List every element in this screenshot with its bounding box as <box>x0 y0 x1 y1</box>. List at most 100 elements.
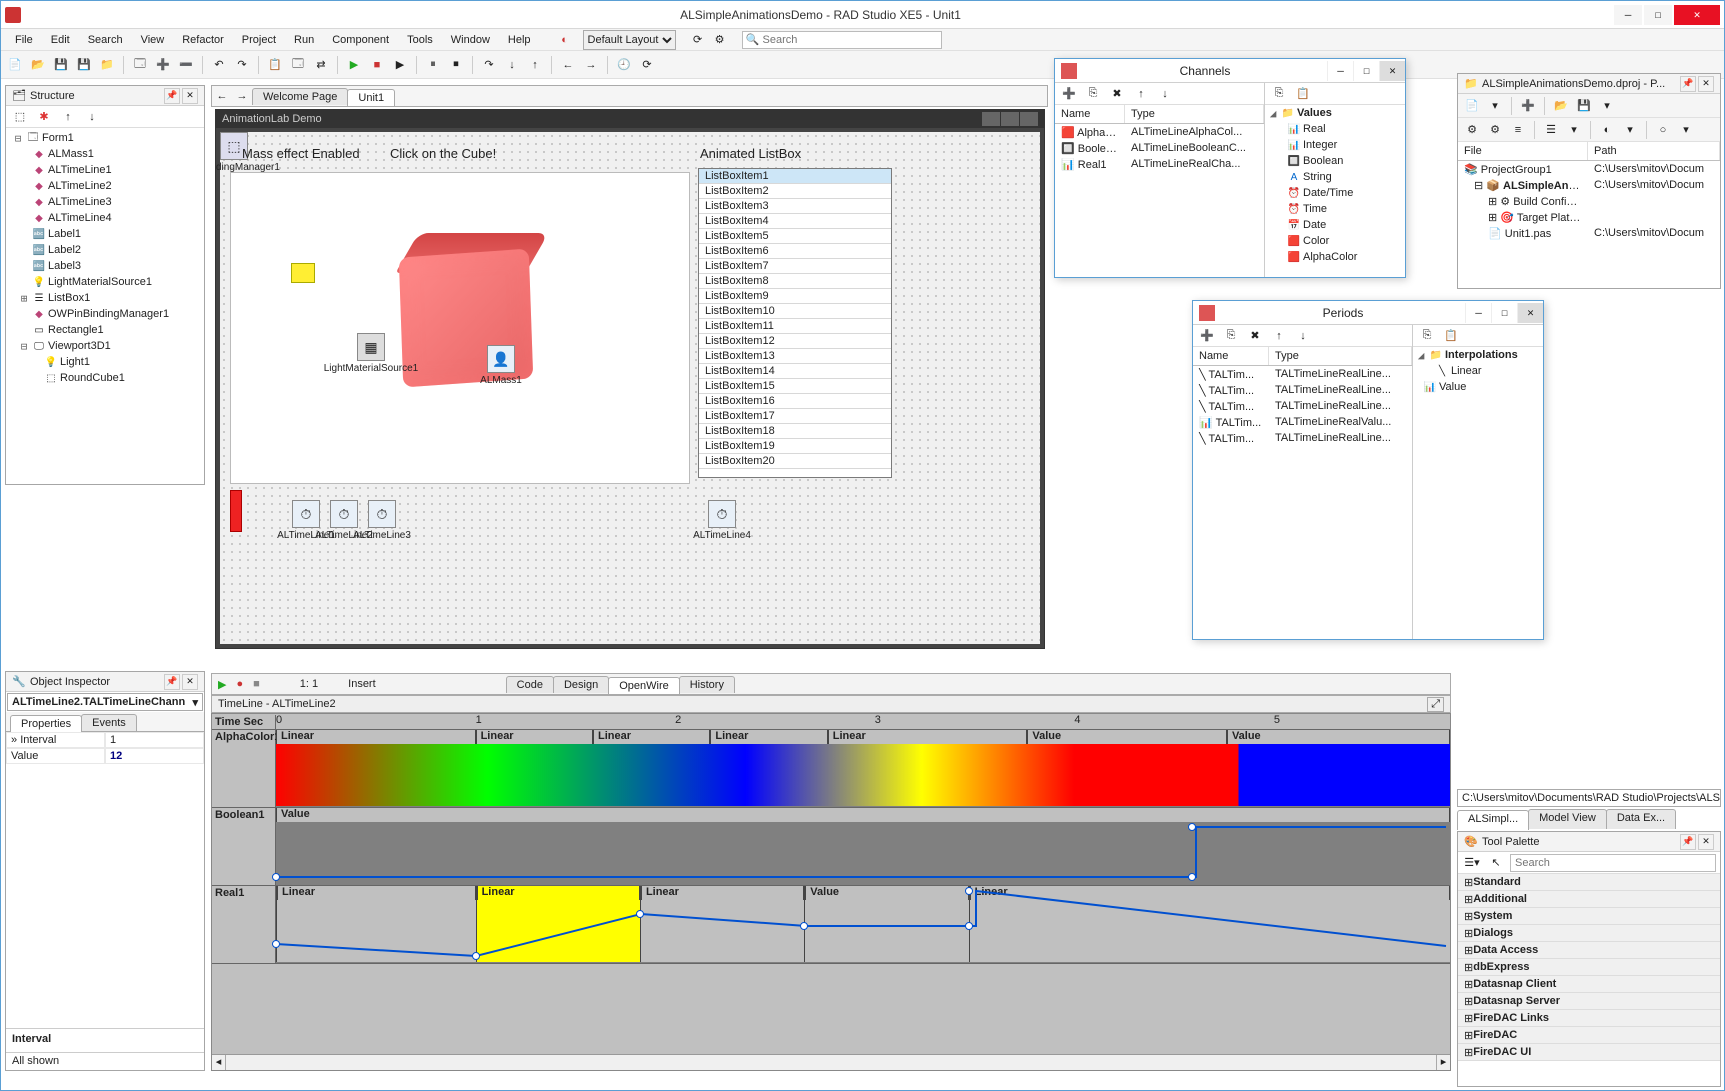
structure-pin-icon[interactable]: 📌 <box>164 88 180 104</box>
value-item[interactable]: 📊Real <box>1265 121 1405 137</box>
listbox-item[interactable]: ListBoxItem18 <box>699 424 891 439</box>
layout-selector[interactable]: Default Layout <box>583 30 676 50</box>
menu-tools[interactable]: Tools <box>399 32 441 48</box>
period-row[interactable]: ╲ TALTim...TALTimeLineRealLine... <box>1193 430 1412 446</box>
form-designer[interactable]: AnimationLab Demo ⬚ dingManager1 Mass ef… <box>215 109 1045 649</box>
listbox-item[interactable]: ListBoxItem16 <box>699 394 891 409</box>
newform-icon[interactable]: 🗔 <box>130 55 150 75</box>
track-real[interactable]: Real1 <box>212 886 276 963</box>
palette-group[interactable]: ⊞ dbExpress <box>1458 959 1720 976</box>
timeline-expand-icon[interactable]: ⤢ <box>1427 697 1444 712</box>
pm-compile-icon[interactable]: ⚙ <box>1485 120 1505 140</box>
tab-history[interactable]: History <box>679 676 735 693</box>
palette-close-icon[interactable]: ✕ <box>1698 834 1714 850</box>
channels-close-icon[interactable]: ✕ <box>1379 61 1405 81</box>
ch-col-type[interactable]: Type <box>1125 105 1264 123</box>
tabnav-back-icon[interactable]: ← <box>212 86 232 106</box>
timeline1-component[interactable]: ⏱ <box>292 500 320 528</box>
value-item[interactable]: ⏰Time <box>1265 201 1405 217</box>
main-search-input[interactable] <box>742 31 942 49</box>
structure-tree[interactable]: ⊟🗔Form1 ◆ALMass1 ◆ALTimeLine1 ◆ALTimeLin… <box>6 128 204 482</box>
pause-icon[interactable]: ⏸ <box>423 55 443 75</box>
timeline-segment[interactable]: Value <box>1027 730 1227 744</box>
viewform-icon[interactable]: 🗔 <box>288 55 308 75</box>
pd-paste-icon[interactable]: 📋 <box>1441 326 1461 346</box>
viewunit-icon[interactable]: 📋 <box>265 55 285 75</box>
toolbar-config-icon[interactable]: ⚙ <box>710 30 730 50</box>
listbox-item[interactable]: ListBoxItem1 <box>699 169 891 184</box>
pd-col-name[interactable]: Name <box>1193 347 1269 365</box>
saveall-icon[interactable]: 💾 <box>74 55 94 75</box>
openproj-icon[interactable]: 📁 <box>97 55 117 75</box>
palette-groups[interactable]: ⊞ Standard ⊞ Additional ⊞ System ⊞ Dialo… <box>1458 874 1720 1084</box>
stepinto-icon[interactable]: ↓ <box>502 55 522 75</box>
menu-project[interactable]: Project <box>234 32 284 48</box>
palette-group[interactable]: ⊞ Standard <box>1458 874 1720 891</box>
property-grid[interactable]: » Interval1 Value12 <box>6 732 204 764</box>
remove-icon[interactable]: ➖ <box>176 55 196 75</box>
periods-close-icon[interactable]: ✕ <box>1517 303 1543 323</box>
pm-tool10-icon[interactable]: ○ <box>1653 120 1673 140</box>
timeline-segment[interactable]: Linear <box>710 730 827 744</box>
listbox-item[interactable]: ListBoxItem7 <box>699 259 891 274</box>
listbox-item[interactable]: ListBoxItem15 <box>699 379 891 394</box>
pm-open-icon[interactable]: 📂 <box>1551 96 1571 116</box>
ch-copy2-icon[interactable]: ⎘ <box>1269 84 1289 104</box>
channel-row[interactable]: 📊 Real1ALTimeLineRealCha... <box>1055 156 1264 172</box>
listbox-item[interactable]: ListBoxItem8 <box>699 274 891 289</box>
pm-new-icon[interactable]: 📄 <box>1462 96 1482 116</box>
timeline-play-icon[interactable]: ▶ <box>218 678 226 691</box>
tab-design[interactable]: Design <box>553 676 609 693</box>
addfile-icon[interactable]: ➕ <box>153 55 173 75</box>
ch-up-icon[interactable]: ↑ <box>1131 84 1151 104</box>
listbox-item[interactable]: ListBoxItem19 <box>699 439 891 454</box>
listbox-item[interactable]: ListBoxItem20 <box>699 454 891 469</box>
audits-icon[interactable]: ◐ <box>555 30 575 50</box>
ch-paste-icon[interactable]: 📋 <box>1293 84 1313 104</box>
listbox-item[interactable]: ListBoxItem6 <box>699 244 891 259</box>
browsehist-icon[interactable]: 🕘 <box>614 55 634 75</box>
interpolations-header[interactable]: Interpolations <box>1445 349 1518 361</box>
refresh2-icon[interactable]: ⟳ <box>637 55 657 75</box>
toggle-icon[interactable]: ⇄ <box>311 55 331 75</box>
listbox-item[interactable]: ListBoxItem5 <box>699 229 891 244</box>
pm-viewlist-icon[interactable]: ☰ <box>1541 120 1561 140</box>
tabnav-fwd-icon[interactable]: → <box>232 86 252 106</box>
channel-row[interactable]: 🔲 Boolean1ALTimeLineBooleanC... <box>1055 140 1264 156</box>
periods-dialog[interactable]: Periods — ☐ ✕ ➕ ⎘ ✖ ↑ ↓ Name Type ╲ TALT… <box>1192 300 1544 640</box>
close-button[interactable]: ✕ <box>1674 5 1720 25</box>
palette-group[interactable]: ⊞ Data Access <box>1458 942 1720 959</box>
period-row[interactable]: ╲ TALTim...TALTimeLineRealLine... <box>1193 366 1412 382</box>
channels-dialog[interactable]: Channels — ☐ ✕ ➕ ⎘ ✖ ↑ ↓ Name Type 🟥 Alp… <box>1054 58 1406 278</box>
timeline3-component[interactable]: ⏱ <box>368 500 396 528</box>
inspector-pin-icon[interactable]: 📌 <box>164 674 180 690</box>
periods-max-icon[interactable]: ☐ <box>1491 303 1517 323</box>
tab-dataexplorer[interactable]: Data Ex... <box>1606 809 1676 829</box>
new-icon[interactable]: 📄 <box>5 55 25 75</box>
pm-pin-icon[interactable]: 📌 <box>1680 76 1696 92</box>
channels-max-icon[interactable]: ☐ <box>1353 61 1379 81</box>
pm-tool11-icon[interactable]: ▾ <box>1676 120 1696 140</box>
open-icon[interactable]: 📂 <box>28 55 48 75</box>
palette-group[interactable]: ⊞ FireDAC Links <box>1458 1010 1720 1027</box>
stop-run-icon[interactable]: ■ <box>367 55 387 75</box>
tab-properties[interactable]: Properties <box>10 715 82 732</box>
period-row[interactable]: ╲ TALTim...TALTimeLineRealLine... <box>1193 382 1412 398</box>
run-noDebug-icon[interactable]: ▶ <box>390 55 410 75</box>
palette-pin-icon[interactable]: 📌 <box>1680 834 1696 850</box>
track-alphacolor[interactable]: AlphaColor1 <box>212 730 276 807</box>
scroll-left-icon[interactable]: ◂ <box>212 1055 226 1070</box>
period-row[interactable]: ╲ TALTim...TALTimeLineRealLine... <box>1193 398 1412 414</box>
listbox-item[interactable]: ListBoxItem4 <box>699 214 891 229</box>
pd-add-icon[interactable]: ➕ <box>1197 326 1217 346</box>
palette-cat-icon[interactable]: ☰▾ <box>1462 853 1482 873</box>
track-boolean[interactable]: Boolean1 <box>212 808 276 885</box>
interp-item[interactable]: 📊Value <box>1413 379 1543 395</box>
menu-view[interactable]: View <box>133 32 173 48</box>
tab-welcome[interactable]: Welcome Page <box>252 88 348 105</box>
menu-refactor[interactable]: Refactor <box>174 32 232 48</box>
palette-group[interactable]: ⊞ System <box>1458 908 1720 925</box>
value-item[interactable]: 📊Integer <box>1265 137 1405 153</box>
period-row[interactable]: 📊 TALTim...TALTimeLineRealValu... <box>1193 414 1412 430</box>
pm-tool8-icon[interactable]: ◐ <box>1597 120 1617 140</box>
